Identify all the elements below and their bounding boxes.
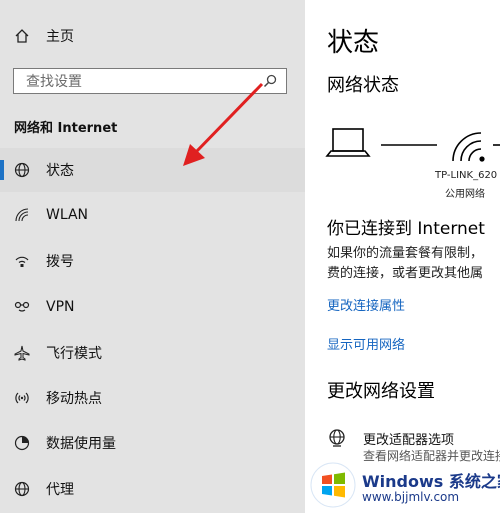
change-adapter-options-item[interactable]: 更改适配器选项 [327, 428, 454, 448]
change-network-settings-heading: 更改网络设置 [327, 381, 435, 402]
sidebar-item-label: 移动热点 [46, 391, 102, 407]
settings-sidebar: 主页 查找设置 网络和 Internet 状态 WLAN 拨号 VPN 飞行模式… [0, 0, 305, 513]
network-type: 公用网络 [445, 189, 485, 200]
search-icon[interactable] [262, 73, 278, 89]
search-placeholder: 查找设置 [26, 74, 82, 90]
sidebar-item-label: VPN [46, 299, 75, 315]
home-nav-item[interactable]: 主页 [14, 24, 74, 48]
sidebar-item-dialup[interactable]: 拨号 [0, 239, 305, 283]
globe-icon [14, 162, 30, 178]
data-usage-icon [14, 435, 30, 451]
sidebar-item-status[interactable]: 状态 [0, 148, 305, 192]
description-line-2: 费的连接，或者更改其他属 [327, 266, 484, 281]
vpn-icon [14, 301, 30, 312]
network-name: TP-LINK_620 [435, 170, 498, 181]
sidebar-item-proxy[interactable]: 代理 [0, 467, 305, 511]
dialup-icon [15, 256, 29, 267]
search-input[interactable]: 查找设置 [13, 68, 287, 94]
sidebar-item-label: 拨号 [46, 254, 74, 270]
sidebar-item-label: 数据使用量 [46, 436, 116, 452]
sidebar-item-vpn[interactable]: VPN [0, 285, 305, 329]
description-line-1: 如果你的流量套餐有限制， [327, 246, 484, 261]
wifi-icon [15, 208, 29, 222]
main-panel: 状态 网络状态 TP-LINK_620 公用网络 你已连接到 Internet … [305, 0, 500, 513]
change-connection-properties-link[interactable]: 更改连接属性 [327, 295, 405, 314]
sidebar-item-label: 代理 [46, 482, 74, 498]
home-icon [15, 29, 29, 43]
globe-icon [329, 429, 345, 447]
home-label: 主页 [46, 29, 74, 45]
sidebar-item-label: WLAN [46, 207, 89, 223]
sidebar-item-wlan[interactable]: WLAN [0, 193, 305, 237]
sidebar-item-airplane-mode[interactable]: 飞行模式 [0, 331, 305, 375]
laptop-icon [325, 128, 371, 157]
section-title: 网络和 Internet [14, 121, 118, 136]
change-adapter-options-label: 更改适配器选项 [363, 432, 455, 448]
page-title: 状态 [327, 28, 380, 58]
sidebar-item-mobile-hotspot[interactable]: 移动热点 [0, 376, 305, 420]
watermark-url: www.bjjmlv.com [362, 490, 460, 504]
sidebar-item-data-usage[interactable]: 数据使用量 [0, 421, 305, 465]
watermark: Windows 系统之家 www.bjjmlv.com [300, 460, 500, 513]
windows-logo-icon [310, 462, 356, 508]
router-wifi-icon [452, 132, 485, 162]
sidebar-item-label: 状态 [46, 163, 74, 179]
sidebar-item-label: 飞行模式 [46, 346, 102, 362]
globe-icon [14, 481, 30, 497]
show-available-networks-link[interactable]: 显示可用网络 [327, 334, 405, 353]
network-status-heading: 网络状态 [327, 75, 399, 96]
connection-status-text: 你已连接到 Internet [327, 219, 485, 239]
hotspot-icon [15, 392, 29, 404]
airplane-icon [14, 345, 30, 361]
watermark-brand: Windows 系统之家 [362, 472, 500, 491]
